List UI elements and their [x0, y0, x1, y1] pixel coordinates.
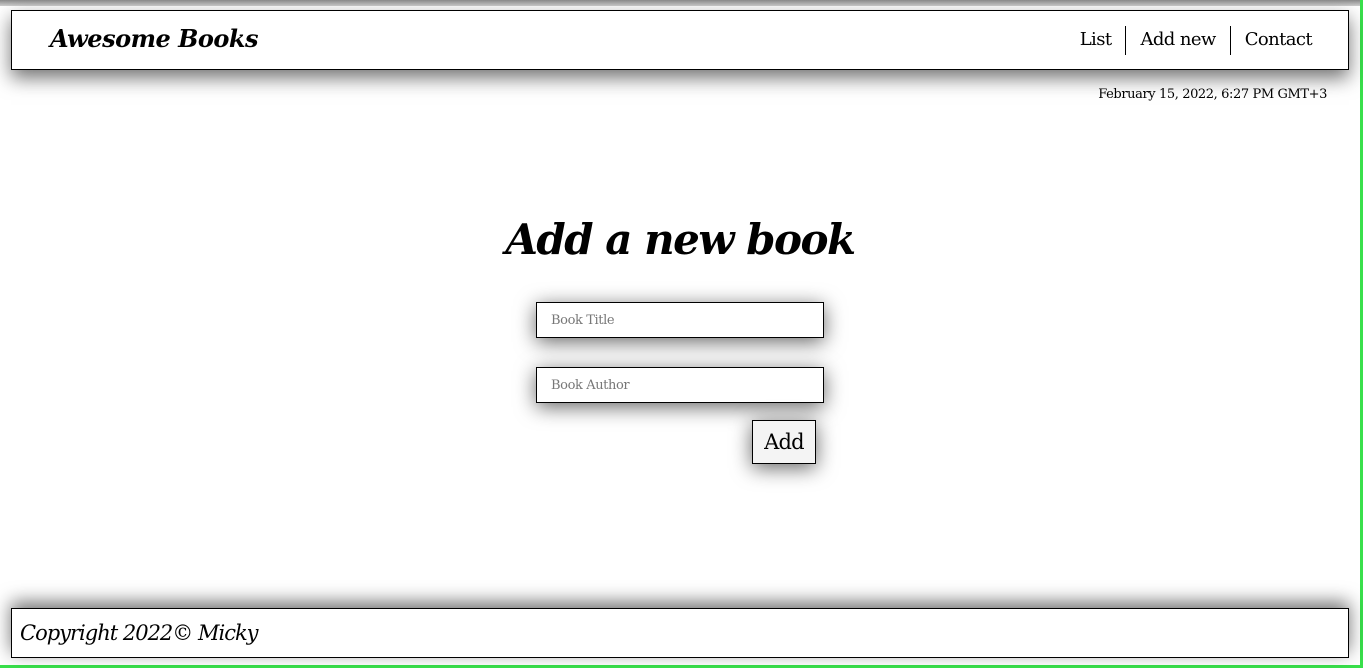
current-datetime: February 15, 2022, 6:27 PM GMT+3	[1098, 87, 1327, 102]
book-author-input[interactable]	[536, 367, 824, 403]
window-top-strip	[0, 0, 1363, 6]
nav-link-list[interactable]: List	[1066, 25, 1126, 55]
nav-link-contact[interactable]: Contact	[1231, 25, 1326, 55]
add-book-button[interactable]: Add	[752, 420, 816, 464]
page-title: Add a new book	[505, 215, 856, 264]
nav-link-add-new[interactable]: Add new	[1126, 25, 1229, 55]
navbar: Awesome Books List Add new Contact	[11, 10, 1349, 70]
brand-logo: Awesome Books	[50, 24, 259, 53]
book-title-input[interactable]	[536, 302, 824, 338]
footer: Copyright 2022© Micky	[11, 608, 1349, 658]
main-nav: List Add new Contact	[1066, 25, 1326, 55]
copyright-text: Copyright 2022© Micky	[20, 621, 259, 645]
